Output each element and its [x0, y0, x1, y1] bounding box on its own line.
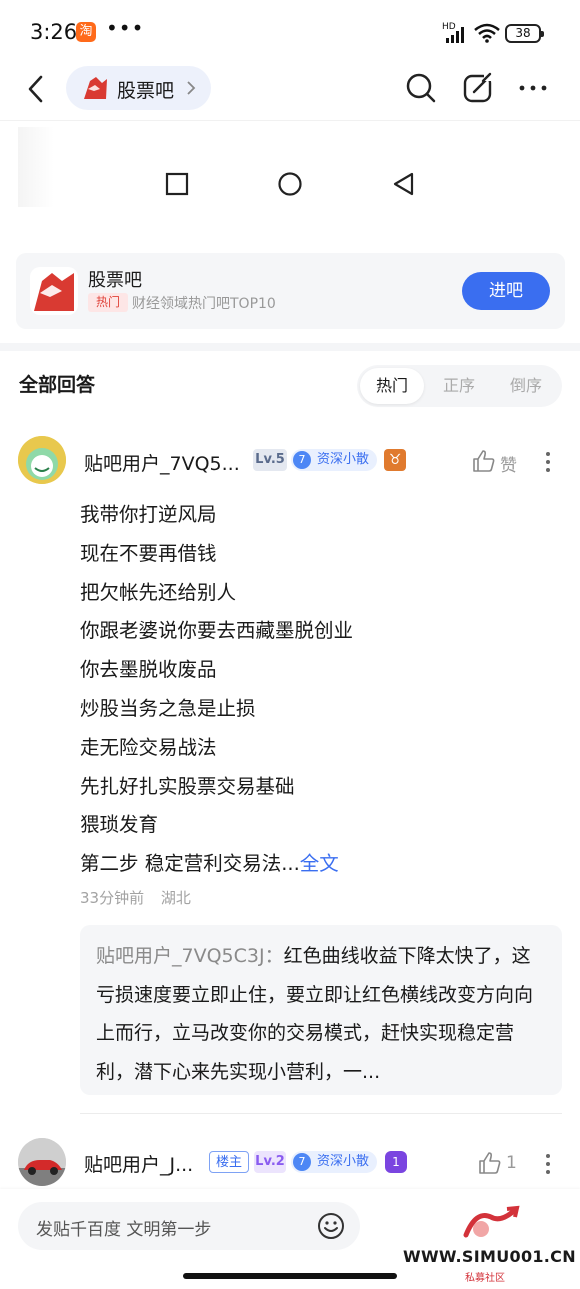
level-badge: Lv.5: [253, 449, 287, 471]
post-line: 先扎好扎实股票交易基础: [80, 774, 295, 798]
post-line: 现在不要再借钱: [80, 541, 217, 565]
status-time: 3:26: [30, 20, 78, 44]
media-edge: [18, 127, 54, 207]
thumbs-up-icon: [479, 1152, 501, 1174]
post-meta: 33分钟前 湖北: [80, 887, 203, 908]
thumbs-up-icon: [473, 450, 495, 472]
title-badge: 7 资深小散: [291, 449, 378, 471]
avatar-image: [18, 1138, 66, 1186]
level-badge: Lv.2: [254, 1151, 286, 1173]
title-badge: 7 资深小散: [291, 1151, 378, 1173]
taobao-notification-icon: 淘: [76, 22, 96, 42]
forum-card[interactable]: 股票吧 热门 财经领域热门吧TOP10 进吧: [16, 253, 565, 329]
post-line: 炒股当务之急是止损: [80, 696, 256, 720]
home-circle-icon[interactable]: [277, 171, 303, 197]
full-text-link[interactable]: 全文: [300, 852, 339, 875]
like-button[interactable]: 1: [478, 1151, 518, 1177]
avatar[interactable]: [18, 1138, 66, 1186]
title-badge-label: 资深小散: [317, 1154, 370, 1169]
stock-bar-logo-icon: [30, 267, 78, 315]
post-line-last: 第二步 稳定营利交易法...全文: [80, 845, 550, 884]
diamond-icon: 7: [293, 1153, 311, 1171]
post-divider: [80, 1113, 562, 1114]
medal-icon: 1: [385, 1151, 407, 1173]
status-bar: 3:26 淘 ••• HD 38: [0, 0, 580, 62]
reply-quote[interactable]: 贴吧用户_7VQ5C3J：红色曲线收益下降太快了，这亏损速度要立即止住，要立即让…: [80, 925, 562, 1095]
join-forum-button[interactable]: 进吧: [462, 272, 550, 310]
hot-tag: 热门: [88, 293, 128, 312]
avatar[interactable]: [18, 436, 66, 484]
tab-ascending[interactable]: 正序: [427, 368, 491, 404]
post-line: 走无险交易战法: [80, 735, 217, 759]
answers-header: 全部回答 热门 正序 倒序: [0, 351, 580, 419]
watermark-caption: 私募社区: [465, 1273, 505, 1284]
post-line: 你去墨脱收废品: [80, 658, 217, 682]
compose-icon[interactable]: [462, 72, 494, 104]
comment-input[interactable]: 发贴千百度 文明第一步: [18, 1202, 360, 1250]
comment-placeholder: 发贴千百度 文明第一步: [36, 1220, 212, 1240]
post-more-icon[interactable]: [543, 1152, 553, 1176]
reply-author: 贴吧用户_7VQ5C3J：: [96, 945, 284, 967]
taurus-icon: ♉: [384, 449, 406, 471]
like-count: 1: [506, 1153, 517, 1173]
watermark-logo-icon: [463, 1205, 520, 1238]
battery-icon: 38: [505, 24, 544, 43]
more-options-icon[interactable]: [518, 72, 548, 104]
post-time: 33分钟前: [80, 889, 145, 907]
forum-name-pill[interactable]: 股票吧: [66, 66, 211, 110]
stock-bar-logo-icon: [84, 77, 107, 99]
forum-name: 股票吧: [117, 80, 175, 102]
answers-title: 全部回答: [19, 374, 96, 396]
wifi-icon: [474, 23, 500, 43]
post-last-line-text: 第二步 稳定营利交易法...: [80, 852, 300, 876]
chevron-right-icon: [187, 81, 196, 95]
post-line: 我带你打逆风局: [80, 503, 217, 526]
more-notifications-icon: •••: [106, 16, 145, 40]
post-username[interactable]: 贴吧用户_J...: [84, 1150, 193, 1177]
post-line: 把欠帐先还给别人: [80, 580, 237, 604]
like-button[interactable]: 赞: [472, 449, 522, 476]
like-label: 赞: [500, 456, 517, 476]
diamond-icon: 7: [293, 451, 311, 469]
post-line: 你跟老婆说你要去西藏墨脱创业: [80, 619, 354, 643]
emoji-icon[interactable]: [317, 1212, 345, 1240]
recent-apps-icon[interactable]: [164, 171, 190, 197]
home-indicator[interactable]: [183, 1273, 397, 1279]
watermark-domain: WWW.SIMU001.CN: [403, 1247, 576, 1266]
reply-quote-text: 贴吧用户_7VQ5C3J：红色曲线收益下降太快了，这亏损速度要立即止住，要立即让…: [96, 937, 546, 1091]
watermark: WWW.SIMU001.CN 私募社区: [403, 1205, 578, 1285]
title-badge-label: 资深小散: [317, 452, 370, 467]
sort-tabs: 热门 正序 倒序: [357, 365, 562, 407]
top-nav: 股票吧: [0, 62, 580, 120]
back-arrow-icon[interactable]: [22, 74, 52, 104]
owner-badge: 楼主: [209, 1151, 249, 1173]
avatar-image: [18, 436, 66, 484]
post-username[interactable]: 贴吧用户_7VQ5...: [84, 449, 240, 476]
post-content: 我带你打逆风局 现在不要再借钱 把欠帐先还给别人 你跟老婆说你要去西藏墨脱创业 …: [80, 496, 550, 884]
section-divider: [0, 343, 580, 351]
post-location: 湖北: [160, 889, 191, 907]
post-line: 猥琐发育: [80, 813, 159, 837]
signal-icon: [446, 27, 464, 43]
forum-card-subtitle: 财经领域热门吧TOP10: [132, 296, 276, 312]
tab-hot[interactable]: 热门: [360, 368, 424, 404]
tab-descending[interactable]: 倒序: [494, 368, 558, 404]
search-icon[interactable]: [405, 72, 437, 104]
post-more-icon[interactable]: [543, 450, 553, 474]
media-area: [0, 120, 580, 240]
forum-card-title: 股票吧: [88, 270, 142, 291]
back-triangle-icon[interactable]: [391, 171, 417, 197]
